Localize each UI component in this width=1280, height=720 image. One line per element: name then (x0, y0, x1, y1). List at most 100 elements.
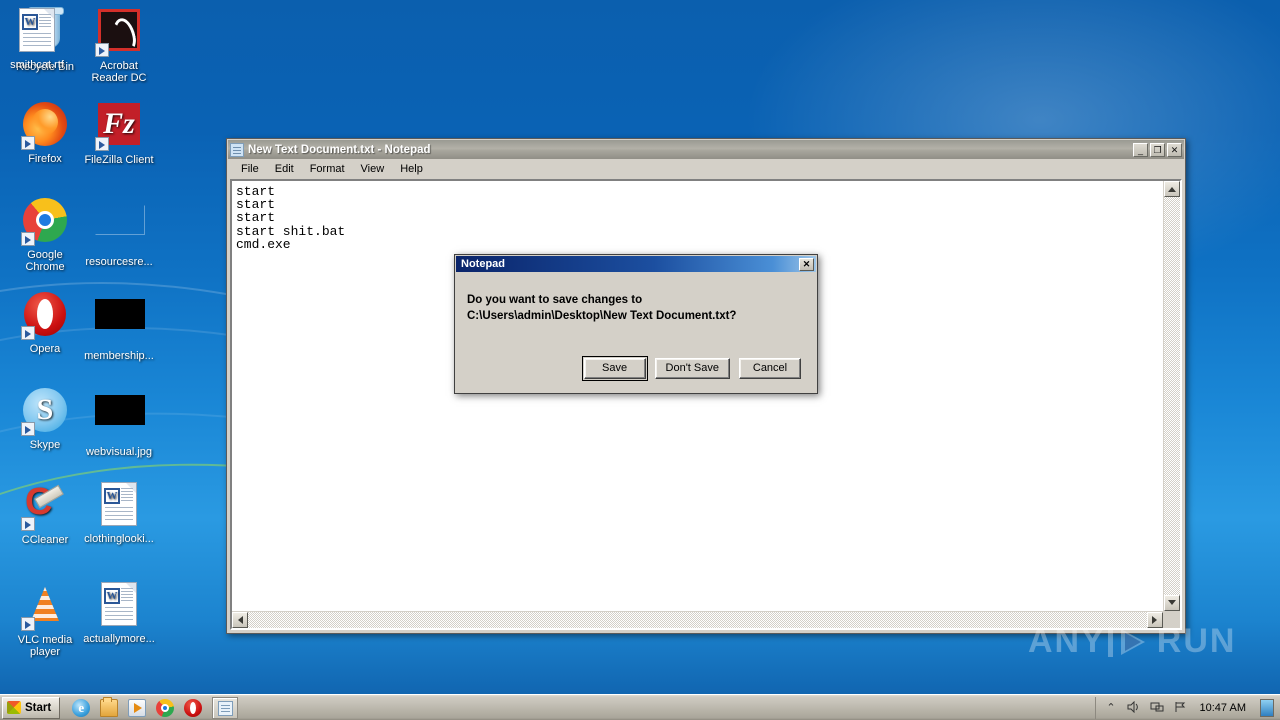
minimize-button[interactable]: _ (1133, 142, 1148, 157)
notepad-icon (218, 700, 234, 716)
scroll-down-button[interactable] (1164, 595, 1180, 611)
system-tray: ⌃ 10:47 AM (1094, 696, 1280, 719)
desktop-icon-filezilla-client[interactable]: Fz FileZilla Client (82, 100, 156, 166)
flag-icon-svg (1175, 701, 1185, 712)
vertical-scrollbar[interactable] (1163, 181, 1180, 611)
blank-icon (95, 205, 145, 253)
network-icon[interactable] (1150, 701, 1165, 715)
task-button-area (202, 696, 239, 719)
desktop-icon-label: VLC media player (17, 634, 73, 658)
windows-media-player-icon[interactable] (128, 698, 147, 717)
desktop-icon-label: Acrobat Reader DC (91, 60, 147, 84)
menu-help[interactable]: Help (393, 161, 430, 177)
save-changes-dialog[interactable]: Notepad ✕ Do you want to save changes to… (454, 254, 818, 394)
scroll-up-button[interactable] (1164, 181, 1180, 197)
taskbar-notepad-button[interactable] (212, 696, 239, 719)
desktop-icon-smithcat-rtf[interactable]: Wsmithcat.rtf (0, 6, 74, 71)
desktop-icon-label: actuallymore... (83, 633, 155, 645)
start-button-label: Start (25, 701, 52, 714)
notepad-text-area[interactable]: start start start start shit.bat cmd.exe (230, 179, 1182, 630)
close-button[interactable]: ✕ (1167, 142, 1182, 157)
dialog-title: Notepad (461, 258, 505, 270)
notepad-titlebar[interactable]: New Text Document.txt - Notepad _ ❐ ✕ (228, 140, 1184, 159)
doc-icon: W (95, 482, 143, 530)
desktop-icon-label: Google Chrome (25, 249, 65, 273)
notepad-icon (230, 142, 244, 157)
menu-view[interactable]: View (354, 161, 392, 177)
show-desktop-button[interactable] (1260, 698, 1274, 717)
fz-icon: Fz (95, 103, 143, 151)
desktop-icon-label: resourcesre... (85, 256, 153, 268)
google-chrome-icon[interactable] (156, 698, 175, 717)
shortcut-arrow-icon (21, 422, 35, 436)
minimize-icon: _ (1137, 144, 1143, 155)
shortcut-arrow-icon (21, 232, 35, 246)
desktop-icon-label: Skype (29, 439, 61, 451)
show-hidden-icons-icon[interactable]: ⌃ (1104, 701, 1119, 715)
desktop-icon-clothinglooki[interactable]: Wclothinglooki... (82, 480, 156, 545)
shortcut-arrow-icon (21, 326, 35, 340)
opera-icon[interactable] (184, 698, 203, 717)
desktop-icon-label: Firefox (28, 153, 62, 165)
windows-explorer-icon[interactable] (100, 696, 119, 717)
desktop-icon-label: Opera (29, 343, 61, 355)
desktop[interactable]: Recycle Bin Acrobat Reader DC Wsmithcat.rt… (0, 0, 1280, 720)
desktop-icon-label: FileZilla Client (84, 154, 154, 166)
start-button[interactable]: Start (2, 696, 61, 719)
desktop-icon-label: CCleaner (21, 534, 69, 546)
shortcut-arrow-icon (95, 43, 109, 57)
notepad-menubar: File Edit Format View Help (228, 160, 1184, 179)
pdf-icon (95, 9, 143, 57)
menu-file[interactable]: File (234, 161, 266, 177)
shortcut-arrow-icon (21, 617, 35, 631)
desktop-icon-webvisual-jpg[interactable]: webvisual.jpg (82, 386, 156, 458)
desktop-icon-actuallymore[interactable]: Wactuallymore... (82, 580, 156, 645)
taskbar[interactable]: Start e ⌃ 10:47 AM (0, 694, 1280, 720)
maximize-button[interactable]: ❐ (1150, 142, 1165, 157)
desktop-icon-membership[interactable]: membership... (82, 290, 156, 362)
scrollbar-corner (1163, 611, 1180, 628)
clock[interactable]: 10:47 AM (1196, 702, 1250, 714)
scroll-right-button[interactable] (1147, 612, 1163, 628)
desktop-icon-opera[interactable]: Opera (8, 290, 82, 355)
scroll-left-button[interactable] (232, 612, 248, 628)
shortcut-arrow-icon (95, 137, 109, 151)
volume-icon-svg (1127, 700, 1138, 713)
internet-explorer-icon[interactable]: e (72, 698, 91, 717)
horizontal-scrollbar[interactable] (232, 611, 1163, 628)
dialog-button-row: Save Don't Save Cancel (455, 356, 817, 381)
chrome-icon (21, 198, 69, 246)
quick-launch-bar: e (64, 696, 203, 717)
dialog-cancel-button[interactable]: Cancel (739, 358, 801, 379)
menu-edit[interactable]: Edit (268, 161, 301, 177)
black-icon (95, 395, 145, 443)
opera-icon (21, 292, 69, 340)
desktop-icon-label: membership... (84, 350, 154, 362)
desktop-icon-acrobat-reader-dc[interactable]: Acrobat Reader DC (82, 6, 156, 84)
desktop-icon-resourcesre[interactable]: resourcesre... (82, 196, 156, 268)
desktop-icon-label: smithcat.rtf (10, 59, 64, 71)
menu-format[interactable]: Format (303, 161, 352, 177)
dialog-titlebar[interactable]: Notepad ✕ (456, 256, 816, 272)
desktop-icon-grid: Recycle Bin Acrobat Reader DC Wsmithcat.rt… (0, 0, 160, 690)
firefox-icon (21, 102, 69, 150)
maximize-icon: ❐ (1153, 144, 1162, 155)
windows-logo-icon (7, 701, 21, 714)
desktop-icon-skype[interactable]: S Skype (8, 386, 82, 451)
desktop-icon-label: webvisual.jpg (85, 446, 153, 458)
dialog-close-button[interactable]: ✕ (799, 257, 814, 271)
skype-icon: S (21, 388, 69, 436)
black-icon (95, 299, 145, 347)
dialog-message: Do you want to save changes to C:\Users\… (467, 294, 737, 322)
dialog-don-t-save-button[interactable]: Don't Save (654, 358, 730, 379)
desktop-icon-firefox[interactable]: Firefox (8, 100, 82, 165)
doc-icon: W (95, 582, 143, 630)
desktop-icon-vlc-media-player[interactable]: VLC media player (8, 580, 82, 658)
volume-icon[interactable] (1127, 700, 1142, 715)
desktop-icon-ccleaner[interactable]: CCleaner (8, 480, 82, 546)
dialog-save-button[interactable]: Save (581, 356, 648, 381)
action-center-flag-icon[interactable] (1173, 701, 1188, 715)
notepad-text-content[interactable]: start start start start shit.bat cmd.exe (234, 183, 1163, 611)
shortcut-arrow-icon (21, 517, 35, 531)
desktop-icon-google-chrome[interactable]: Google Chrome (8, 196, 82, 273)
